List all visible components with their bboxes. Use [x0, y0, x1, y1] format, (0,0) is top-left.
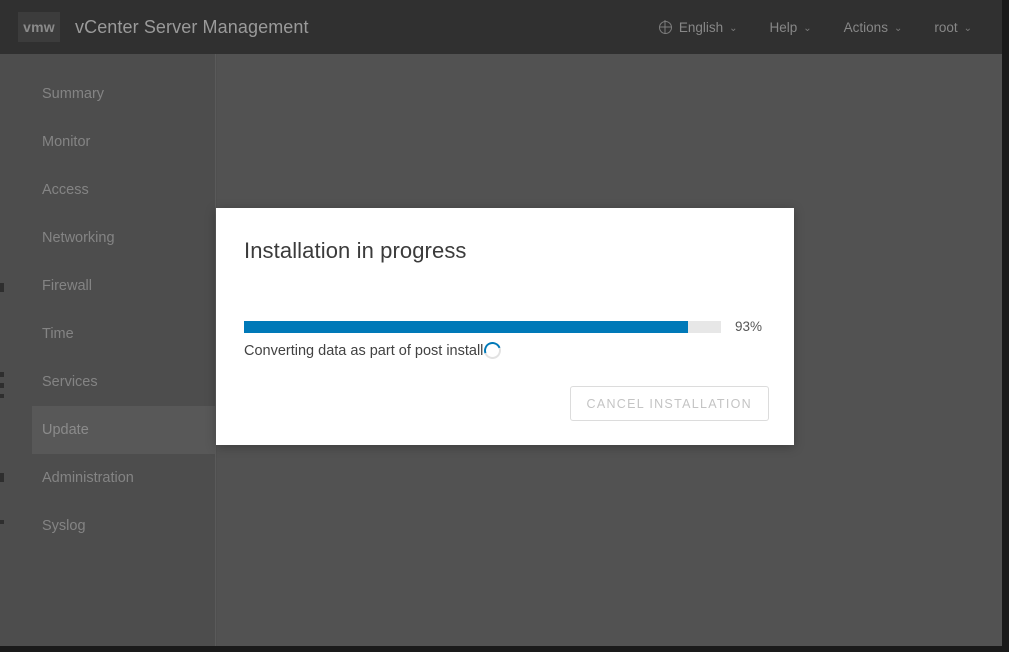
scroll-artifact	[0, 283, 4, 292]
sidebar-item-label: Networking	[42, 230, 115, 246]
app-header: vmw vCenter Server Management English ⌄ …	[0, 0, 1002, 54]
sidebar-item-time[interactable]: Time	[0, 310, 215, 358]
sidebar-item-label: Firewall	[42, 278, 92, 294]
status-row: Converting data as part of post install	[244, 339, 766, 362]
scroll-artifact	[0, 394, 4, 398]
chevron-down-icon: ⌄	[729, 22, 738, 34]
brand: vmw vCenter Server Management	[0, 12, 309, 42]
progress-bar-fill	[244, 320, 688, 333]
sidebar-item-label: Administration	[42, 470, 134, 486]
globe-icon	[658, 20, 672, 34]
scroll-artifact	[0, 520, 4, 524]
sidebar-item-administration[interactable]: Administration	[0, 454, 215, 502]
chevron-down-icon: ⌄	[893, 22, 903, 34]
sidebar-item-label: Update	[42, 422, 89, 438]
sidebar-item-label: Services	[42, 374, 98, 390]
sidebar-item-update[interactable]: Update	[32, 406, 215, 454]
sidebar-item-access[interactable]: Access	[0, 166, 215, 214]
sidebar-item-monitor[interactable]: Monitor	[0, 118, 215, 166]
sidebar-item-services[interactable]: Services	[0, 358, 215, 406]
actions-label: Actions	[843, 19, 888, 35]
user-label: root	[934, 19, 958, 35]
scroll-artifact	[0, 372, 4, 377]
sidebar-item-label: Time	[42, 326, 74, 342]
actions-menu[interactable]: Actions ⌄	[828, 0, 919, 54]
dialog-title: Installation in progress	[244, 238, 467, 263]
sidebar-item-label: Summary	[42, 86, 105, 102]
language-label: English	[678, 19, 724, 35]
help-label: Help	[769, 19, 798, 35]
sidebar-item-networking[interactable]: Networking	[0, 214, 215, 262]
help-menu[interactable]: Help ⌄	[754, 0, 828, 54]
user-menu[interactable]: root ⌄	[918, 0, 988, 54]
page-title: vCenter Server Management	[75, 16, 309, 37]
sidebar-item-summary[interactable]: Summary	[0, 70, 215, 118]
sidebar-item-firewall[interactable]: Firewall	[0, 262, 215, 310]
sidebar-item-syslog[interactable]: Syslog	[0, 502, 215, 550]
loading-spinner-icon	[481, 339, 505, 362]
chevron-down-icon: ⌄	[803, 22, 812, 34]
sidebar-item-label: Syslog	[42, 518, 86, 534]
scroll-artifact	[0, 473, 4, 482]
sidebar-item-label: Monitor	[42, 134, 91, 150]
installation-progress-dialog: Installation in progress 93% Converting …	[216, 208, 794, 445]
header-menu: English ⌄ Help ⌄ Actions ⌄ root ⌄	[643, 0, 1002, 54]
vmware-logo: vmw	[18, 12, 60, 42]
progress-percent-label: 93%	[735, 319, 763, 334]
sidebar-nav: Summary Monitor Access Networking Firewa…	[0, 54, 216, 646]
sidebar-item-label: Access	[42, 182, 89, 198]
dialog-footer: CANCEL INSTALLATION	[569, 386, 769, 421]
app-window: vmw vCenter Server Management English ⌄ …	[0, 0, 1002, 646]
scroll-artifact	[0, 383, 4, 388]
language-menu[interactable]: English ⌄	[643, 0, 754, 54]
progress-row: 93%	[244, 319, 766, 334]
cancel-installation-button[interactable]: CANCEL INSTALLATION	[569, 386, 769, 421]
chevron-down-icon: ⌄	[963, 22, 972, 34]
progress-bar-track	[244, 320, 721, 333]
status-text: Converting data as part of post install	[244, 342, 484, 359]
